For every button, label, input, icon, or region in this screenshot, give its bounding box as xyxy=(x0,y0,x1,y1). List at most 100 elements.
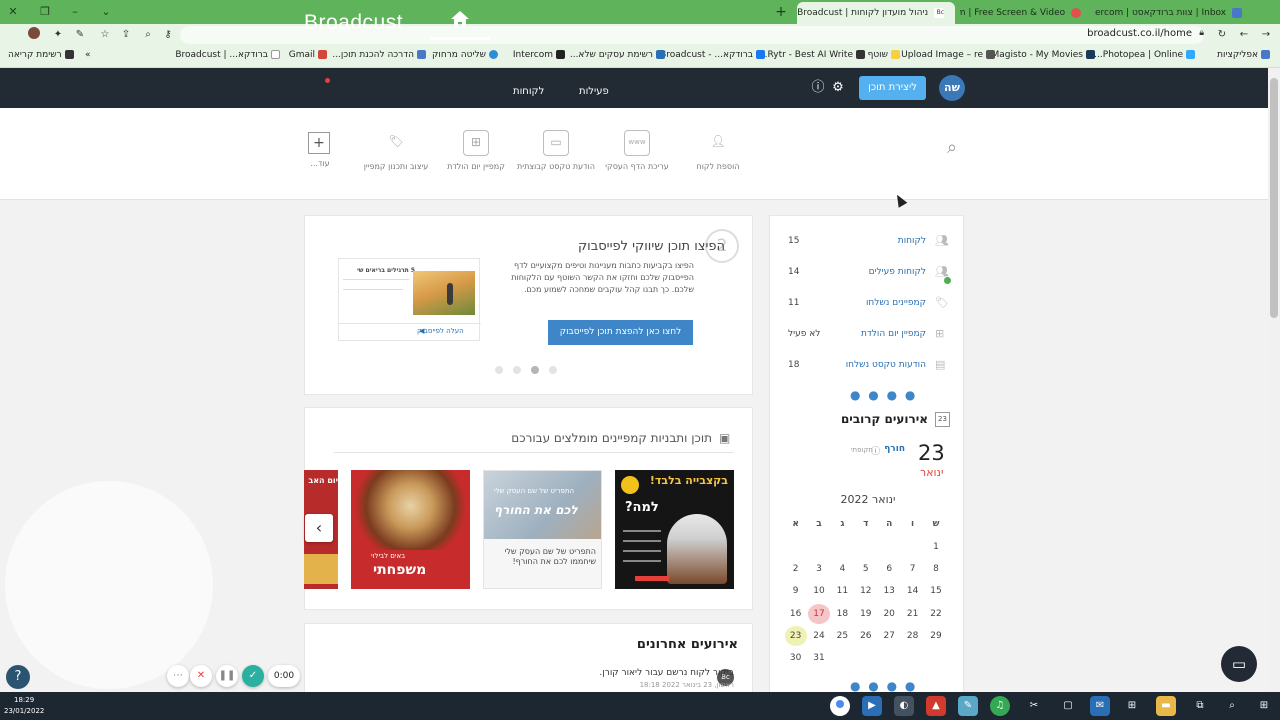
avatar[interactable]: שה xyxy=(939,75,965,101)
bookmark-item[interactable]: Upload Image – re... xyxy=(893,50,995,60)
plus-icon[interactable]: + xyxy=(308,132,330,154)
close-window-icon[interactable]: ✕ xyxy=(4,3,22,21)
bookmark-item[interactable]: אפליקציות xyxy=(1217,50,1270,60)
new-tab-plus-icon[interactable]: + xyxy=(772,3,790,21)
nav-activity[interactable]: פעילות xyxy=(579,86,609,97)
restore-window-icon[interactable]: ❐ xyxy=(36,3,54,21)
snipping-tool-icon[interactable]: ✂ xyxy=(1024,696,1044,716)
quick-action-birthday-campaign[interactable]: ⊞ קמפיין יום הולדת xyxy=(440,130,512,171)
chat-icon[interactable]: ▭ xyxy=(1221,646,1257,682)
calendar-day[interactable]: 15 xyxy=(925,581,947,601)
bookmark-item[interactable]: Photopea | Online... xyxy=(1094,50,1195,60)
eyedropper-icon[interactable]: ✎ xyxy=(72,27,88,43)
calendar-day[interactable]: 29 xyxy=(925,626,947,646)
share-icon[interactable]: ⇪ xyxy=(118,27,134,43)
stat-row-campaigns[interactable]: 🏷︎ קמפיינים נשלחו 11 xyxy=(783,289,953,320)
calendar-day[interactable]: 14 xyxy=(902,581,924,601)
stat-row-texts[interactable]: ▤ הודעות טקסט נשלחו 18 xyxy=(783,351,953,382)
file-explorer-icon[interactable]: ▬ xyxy=(1156,696,1176,716)
facebook-share-button[interactable]: לחצו כאן להפצת תוכן לפייסבוק xyxy=(548,320,693,345)
office-app-icon[interactable]: ▲ xyxy=(926,696,946,716)
tab-search-chevron-icon[interactable]: ⌄ xyxy=(97,3,115,21)
search-icon[interactable]: ⌕ xyxy=(947,137,957,158)
pause-recording-icon[interactable]: ❚❚ xyxy=(216,665,238,687)
calendar-day[interactable]: 16 xyxy=(785,604,807,624)
photos-app-icon[interactable]: ◐ xyxy=(894,696,914,716)
quick-action-add-customer[interactable]: 👤︎ הוספת לקוח xyxy=(690,130,746,171)
bookmark-item[interactable]: שוטף xyxy=(868,50,900,60)
notes-app-icon[interactable]: ✎ xyxy=(958,696,978,716)
calendar-day[interactable]: 1 xyxy=(925,537,947,557)
calendar-more-dots[interactable]: ● ● ● ● xyxy=(850,679,917,693)
carousel-dot[interactable] xyxy=(549,366,557,374)
quick-action-edit-business-page[interactable]: www עריכת הדף העסקי xyxy=(603,130,671,171)
stat-row-customers[interactable]: 👥︎ לקוחות 15 xyxy=(783,227,953,258)
tab-broadcust[interactable]: Bc ניהול מועדון לקוחות | Broadcust ✕ xyxy=(797,2,955,24)
tab-loom[interactable]: Loom | Free Screen & Video ✕ xyxy=(960,2,1092,24)
profile-avatar-icon[interactable] xyxy=(26,27,42,43)
calendar-day[interactable]: 18 xyxy=(831,604,853,624)
calendar-day[interactable]: 2 xyxy=(785,559,807,579)
window-app-icon[interactable]: ▢ xyxy=(1058,696,1078,716)
recent-event-text[interactable]: ביקור לקוח נרשם עבור ליאור קורן. xyxy=(599,668,734,678)
broadcust-logo[interactable]: Broadcust xyxy=(304,11,403,35)
bookmarks-overflow-icon[interactable]: » xyxy=(85,50,91,60)
stat-row-active-customers[interactable]: 👥︎ לקוחות פעילים 14 xyxy=(783,258,953,289)
bookmark-item[interactable]: רשימת עסקים שלא... xyxy=(570,50,665,60)
search-icon[interactable]: ⌕ xyxy=(1222,696,1242,716)
key-icon[interactable]: ⚷ xyxy=(160,27,176,43)
calendar-day[interactable]: 27 xyxy=(878,626,900,646)
chrome-app-icon[interactable] xyxy=(830,696,850,716)
calendar-day[interactable]: 26 xyxy=(855,626,877,646)
calendar-day[interactable]: 19 xyxy=(855,604,877,624)
bookmark-item[interactable]: Rytr - Best AI Write... xyxy=(759,50,865,60)
template-card-family[interactable]: באים לבילוי משפחתי xyxy=(351,470,470,589)
back-arrow-icon[interactable]: ← xyxy=(1236,27,1252,43)
media-player-icon[interactable]: ▶ xyxy=(862,696,882,716)
bookmark-item[interactable]: שליטה מרחוק xyxy=(432,50,498,60)
bookmark-star-icon[interactable]: ☆ xyxy=(97,27,113,43)
task-view-icon[interactable]: ⧉ xyxy=(1190,696,1210,716)
spotify-app-icon[interactable]: ♫ xyxy=(990,696,1010,716)
calendar-day[interactable]: 5 xyxy=(855,559,877,579)
calendar-day[interactable]: 13 xyxy=(878,581,900,601)
calendar-day[interactable]: 20 xyxy=(878,604,900,624)
calendar-day[interactable]: 28 xyxy=(902,626,924,646)
quick-action-more[interactable]: עוד... xyxy=(300,159,340,168)
extensions-icon[interactable]: ✦ xyxy=(50,27,66,43)
cancel-recording-icon[interactable]: ✕ xyxy=(190,665,212,687)
taskbar-clock[interactable]: 18:29 23/01/2022 xyxy=(4,695,44,717)
calendar-day[interactable]: 12 xyxy=(855,581,877,601)
calendar-day[interactable]: 6 xyxy=(878,559,900,579)
calendar-day[interactable]: 21 xyxy=(902,604,924,624)
stats-more-dots[interactable]: ● ● ● ● xyxy=(850,388,917,402)
carousel-dot-active[interactable] xyxy=(531,366,539,374)
tab-intercom[interactable]: Inbox | צוות ברודקאסט | Intercom ✕ xyxy=(1095,2,1253,24)
calendar-day[interactable]: 22 xyxy=(925,604,947,624)
carousel-next-arrow-icon[interactable]: ‹ xyxy=(305,514,333,542)
carousel-dot[interactable] xyxy=(495,366,503,374)
calendar-day[interactable]: 8 xyxy=(925,559,947,579)
calendar-day[interactable]: 24 xyxy=(808,626,830,646)
finish-recording-icon[interactable]: ✓ xyxy=(242,665,264,687)
calendar-day[interactable]: 10 xyxy=(808,581,830,601)
zoom-icon[interactable]: ⌕ xyxy=(140,27,156,43)
calendar-day[interactable]: 7 xyxy=(902,559,924,579)
quick-action-group-text[interactable]: ▭ הודעת טקסט קבוצתית xyxy=(516,130,596,171)
stat-row-birthday[interactable]: ⊞ קמפיין יום הולדת לא פעיל xyxy=(783,320,953,351)
store-app-icon[interactable]: ⊞ xyxy=(1122,696,1142,716)
quick-action-campaign-design[interactable]: 🏷︎ עיצוב ותכנון קמפיין xyxy=(362,130,430,171)
calendar-day[interactable]: 3 xyxy=(808,559,830,579)
calendar-day[interactable]: 11 xyxy=(831,581,853,601)
gear-icon[interactable]: ⚙ xyxy=(830,80,846,96)
home-icon[interactable] xyxy=(450,10,470,28)
bookmark-item[interactable]: Gmail xyxy=(289,50,327,60)
nav-customers[interactable]: לקוחות xyxy=(513,86,544,97)
minimize-window-icon[interactable]: – xyxy=(66,3,84,21)
forward-arrow-icon[interactable]: → xyxy=(1258,27,1274,43)
bookmark-item[interactable]: הדרכה להכנת תוכן... xyxy=(332,50,426,60)
calendar-day[interactable]: 23 xyxy=(784,625,807,646)
event-name[interactable]: חורף xyxy=(884,444,905,454)
calendar-day[interactable]: 17 xyxy=(808,603,830,624)
calendar-day[interactable]: 30 xyxy=(785,648,807,668)
